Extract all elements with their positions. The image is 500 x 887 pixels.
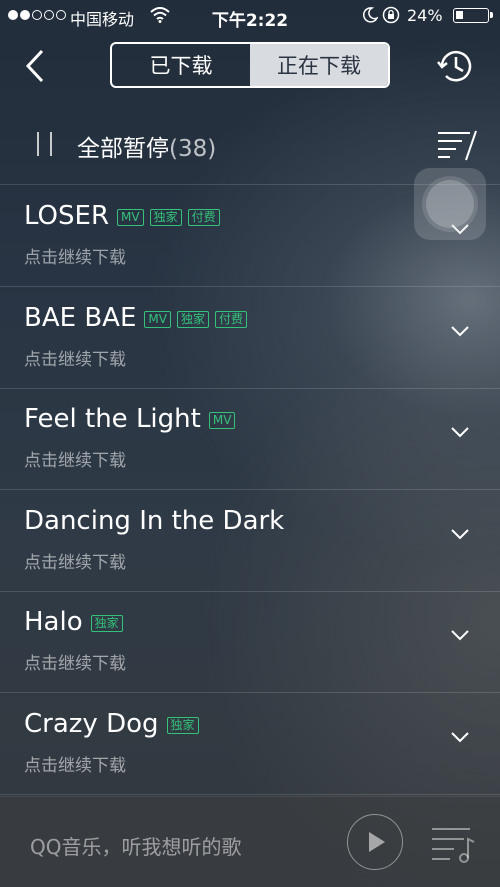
song-badge: 独家 — [166, 716, 199, 734]
song-badge: 独家 — [176, 310, 209, 328]
divider — [0, 794, 500, 795]
chevron-down-icon[interactable] — [450, 426, 470, 438]
nav-bar: 已下载 正在下载 — [0, 32, 500, 102]
song-row[interactable]: Dancing In the Dark 点击继续下载 — [0, 490, 500, 591]
song-title-row: LOSER MV 独家 付费 — [24, 201, 220, 231]
download-count: (38) — [169, 136, 217, 162]
download-status: 点击继续下载 — [24, 248, 126, 268]
song-title-row: Dancing In the Dark — [24, 506, 286, 536]
download-status: 点击继续下载 — [24, 654, 126, 674]
player-bar: QQ音乐，听我想听的歌 — [0, 796, 500, 887]
sort-icon[interactable] — [436, 128, 478, 162]
chevron-down-icon[interactable] — [450, 325, 470, 337]
download-status: 点击继续下载 — [24, 756, 126, 776]
chevron-down-icon[interactable] — [450, 528, 470, 540]
download-segmented-control: 已下载 正在下载 — [110, 42, 390, 88]
song-row[interactable]: Halo 独家点击继续下载 — [0, 591, 500, 692]
pause-icon[interactable] — [37, 132, 55, 156]
player-slogan: QQ音乐，听我想听的歌 — [30, 835, 242, 859]
song-badges: 独家 — [161, 716, 199, 734]
rotation-lock-icon — [382, 6, 400, 24]
tab-downloading[interactable]: 正在下载 — [250, 44, 388, 86]
song-badges: MV 独家 付费 — [138, 310, 247, 328]
pause-all-button[interactable]: 全部暂停(38) — [77, 129, 216, 163]
moon-icon — [362, 7, 378, 23]
song-title: Feel the Light — [24, 404, 201, 434]
song-badges: MV 独家 付费 — [111, 208, 220, 226]
history-icon[interactable] — [436, 46, 476, 86]
tab-downloaded[interactable]: 已下载 — [112, 44, 250, 86]
battery-icon — [453, 8, 493, 23]
song-title: Dancing In the Dark — [24, 506, 285, 536]
song-row[interactable]: Feel the Light MV 点击继续下载 — [0, 388, 500, 489]
song-badge: 付费 — [187, 208, 220, 226]
song-title: Halo — [24, 607, 83, 637]
song-badge: MV — [144, 310, 171, 328]
play-icon — [369, 832, 385, 852]
song-title: Crazy Dog — [24, 709, 159, 739]
play-button[interactable] — [347, 814, 403, 870]
battery-percent: 24% — [407, 6, 443, 25]
download-status: 点击继续下载 — [24, 451, 126, 471]
song-title-row: Halo 独家 — [24, 607, 123, 637]
song-badge: MV — [208, 411, 236, 429]
pause-all-label: 全部暂停 — [77, 136, 169, 162]
chevron-down-icon[interactable] — [450, 731, 470, 743]
status-bar: 中国移动 下午2:22 24% — [0, 0, 500, 32]
song-badges: MV — [203, 411, 236, 429]
song-badge: 付费 — [214, 310, 247, 328]
song-row[interactable]: Crazy Dog 独家点击继续下载 — [0, 693, 500, 794]
song-badge: 独家 — [149, 208, 182, 226]
song-title-row: Crazy Dog 独家 — [24, 709, 199, 739]
song-badges: 独家 — [85, 614, 123, 632]
song-badge: 独家 — [90, 614, 123, 632]
song-title: BAE BAE — [24, 303, 137, 333]
back-icon[interactable] — [22, 46, 52, 86]
floating-assistive-button[interactable] — [414, 168, 486, 240]
chevron-down-icon[interactable] — [450, 629, 470, 641]
download-status: 点击继续下载 — [24, 350, 126, 370]
download-status: 点击继续下载 — [24, 553, 126, 573]
song-row[interactable]: BAE BAE MV 独家 付费点击继续下载 — [0, 287, 500, 388]
song-badge: MV — [117, 208, 144, 226]
song-title-row: Feel the Light MV — [24, 404, 236, 434]
song-title: LOSER — [24, 201, 110, 231]
playlist-icon[interactable] — [430, 825, 476, 865]
song-title-row: BAE BAE MV 独家 付费 — [24, 303, 247, 333]
